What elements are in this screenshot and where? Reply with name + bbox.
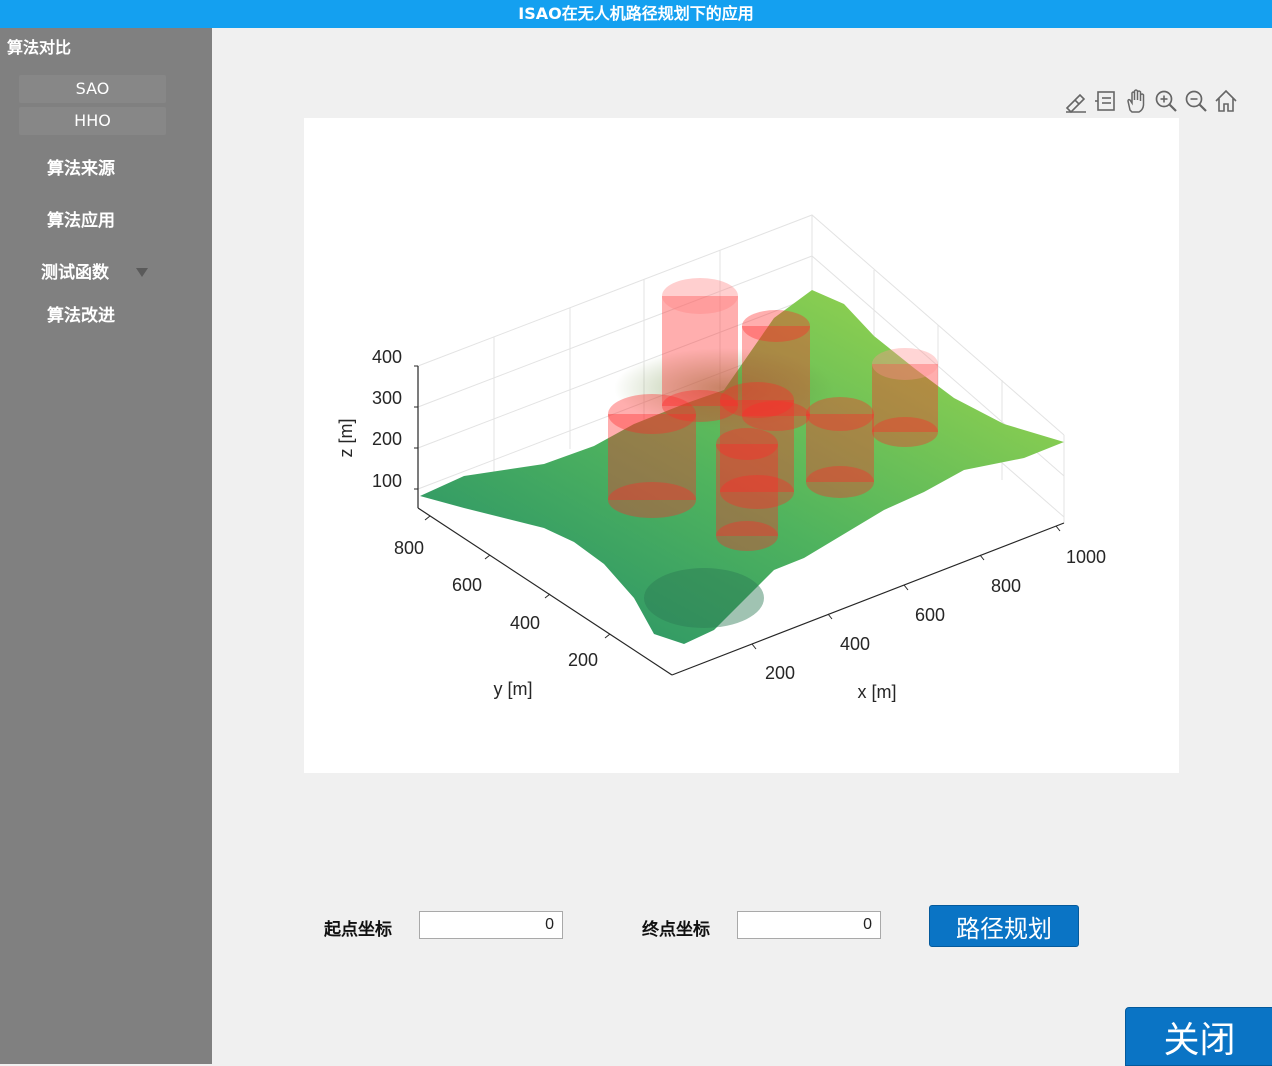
y-tick-600: 600 bbox=[452, 575, 482, 595]
sidebar-item-application[interactable]: 算法应用 bbox=[6, 204, 156, 238]
sidebar-item-test-functions[interactable]: 测试函数 bbox=[6, 256, 144, 290]
y-tick-200: 200 bbox=[568, 650, 598, 670]
obstacle-cylinder bbox=[872, 348, 938, 447]
brush-icon[interactable] bbox=[1062, 86, 1090, 116]
zoom-in-icon[interactable] bbox=[1152, 86, 1180, 116]
sidebar-subitem-sao[interactable]: SAO bbox=[19, 75, 166, 103]
y-tick-800: 800 bbox=[394, 538, 424, 558]
end-coordinate-input[interactable] bbox=[737, 911, 881, 939]
terrain-3d-plot[interactable]: 400 300 200 100 z [m] 800 600 400 200 y … bbox=[304, 118, 1179, 773]
sidebar-group-title[interactable]: 算法对比 bbox=[7, 34, 71, 58]
sidebar-item-source[interactable]: 算法来源 bbox=[6, 152, 156, 186]
zoom-out-icon[interactable] bbox=[1182, 86, 1210, 116]
x-tick-200: 200 bbox=[765, 663, 795, 683]
z-axis-ticks bbox=[414, 365, 418, 490]
chevron-down-icon[interactable] bbox=[136, 268, 148, 277]
path-planning-button[interactable]: 路径规划 bbox=[929, 905, 1079, 947]
x-tick-600: 600 bbox=[915, 605, 945, 625]
x-tick-800: 800 bbox=[991, 576, 1021, 596]
obstacle-cylinder bbox=[608, 394, 696, 518]
sidebar-item-improvement[interactable]: 算法改进 bbox=[6, 299, 156, 333]
obstacle-cylinder bbox=[716, 428, 778, 551]
z-tick-300: 300 bbox=[372, 388, 402, 408]
start-coordinate-input[interactable] bbox=[419, 911, 563, 939]
y-axis-label: y [m] bbox=[494, 679, 533, 699]
sidebar-subitem-hho[interactable]: HHO bbox=[19, 107, 166, 135]
start-coordinate-label: 起点坐标 bbox=[324, 920, 392, 940]
z-tick-100: 100 bbox=[372, 471, 402, 491]
x-axis-label: x [m] bbox=[858, 682, 897, 702]
z-tick-200: 200 bbox=[372, 429, 402, 449]
z-axis-label: z [m] bbox=[336, 419, 356, 458]
window-title: ISAO在无人机路径规划下的应用 bbox=[0, 0, 1272, 28]
plot-panel: 400 300 200 100 z [m] 800 600 400 200 y … bbox=[304, 118, 1179, 773]
pan-icon[interactable] bbox=[1122, 86, 1150, 116]
end-coordinate-label: 终点坐标 bbox=[642, 920, 710, 940]
x-tick-1000: 1000 bbox=[1066, 547, 1106, 567]
home-icon[interactable] bbox=[1212, 86, 1240, 116]
z-tick-400: 400 bbox=[372, 347, 402, 367]
y-tick-400: 400 bbox=[510, 613, 540, 633]
axes-toolbar bbox=[1062, 86, 1240, 116]
obstacle-cylinder bbox=[806, 397, 874, 498]
terrain-valley bbox=[644, 568, 764, 628]
x-tick-400: 400 bbox=[840, 634, 870, 654]
close-button[interactable]: 关闭 bbox=[1125, 1007, 1272, 1066]
obstacles bbox=[608, 278, 938, 551]
datatip-icon[interactable] bbox=[1092, 86, 1120, 116]
